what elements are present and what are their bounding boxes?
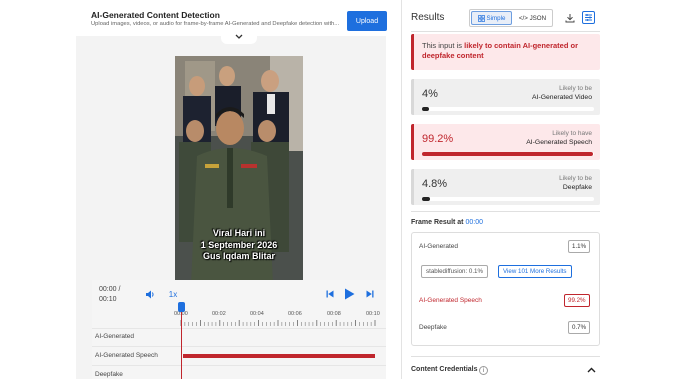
track-label-deepfake: Deepfake [95, 371, 123, 378]
tab-simple[interactable]: Simple [471, 11, 512, 25]
download-icon [565, 13, 574, 22]
tick-label: 00:08 [327, 311, 341, 317]
result-card-deepfake: 4.8% Likely to be Deepfake [411, 169, 600, 205]
track-divider [92, 365, 386, 366]
section-divider [411, 211, 600, 212]
playhead-handle[interactable] [178, 302, 185, 312]
speed-button[interactable]: 1x [166, 288, 180, 300]
view-toggle: Simple </> JSON [469, 9, 553, 27]
info-icon[interactable]: i [479, 366, 488, 375]
frame-result-time[interactable]: 00:00 [465, 219, 483, 226]
grid-icon [477, 14, 485, 22]
frame-result-header: Frame Result at 00:00 [411, 219, 483, 226]
frame-ai-generated-label: AI-Generated [419, 243, 459, 250]
result-card-ai-speech: 99.2% Likely to have AI-Generated Speech [411, 124, 600, 160]
result-category: AI-Generated Speech [526, 139, 592, 146]
header-divider [411, 31, 600, 32]
time-current: 00:00 / [99, 286, 121, 293]
download-button[interactable] [563, 11, 576, 24]
caption-line-3: Gus Iqdam Blitar [202, 251, 275, 261]
volume-button[interactable] [144, 288, 156, 300]
verdict-prefix: This input is [422, 41, 465, 50]
tab-simple-label: Simple [486, 14, 506, 22]
skip-back-button[interactable] [324, 288, 335, 300]
result-bar [422, 107, 594, 111]
frame-speech-value: 99.2% [564, 294, 590, 307]
tab-json[interactable]: </> JSON [513, 10, 552, 26]
result-bar-fill [422, 197, 431, 201]
skip-forward-button[interactable] [364, 288, 375, 300]
result-bar [422, 197, 594, 201]
result-percent: 4.8% [422, 178, 448, 190]
video-caption: Viral Hari ini 1 September 2026 Gus Iqda… [175, 228, 303, 263]
frame-deepfake-value: 0.7% [568, 321, 591, 334]
caption-line-2: 1 September 2026 [200, 239, 278, 250]
result-qualifier: Likely to have [552, 130, 592, 137]
skip-back-icon [326, 290, 333, 298]
track-divider [92, 328, 386, 329]
verdict-alert: This input is likely to contain AI-gener… [411, 34, 600, 70]
frame-ai-generated-value: 1.1% [568, 240, 591, 253]
track-divider [92, 346, 386, 347]
collapse-toggle[interactable] [221, 30, 257, 44]
result-bar-fill [422, 107, 429, 111]
report-button[interactable] [582, 11, 595, 24]
frame-deepfake-label: Deepfake [419, 324, 447, 331]
result-bar [422, 152, 594, 156]
volume-icon [146, 290, 154, 298]
chevron-down-icon [235, 34, 243, 39]
results-title: Results [411, 12, 445, 23]
result-percent: 99.2% [422, 133, 454, 145]
upload-button[interactable]: Upload [347, 11, 387, 31]
tick-label: 00:04 [250, 311, 264, 317]
skip-forward-icon [366, 290, 373, 298]
view-more-results-button[interactable]: View 101 More Results [498, 265, 572, 278]
panel-title: AI-Generated Content Detection [91, 10, 220, 20]
report-icon [585, 14, 592, 21]
track-label-ai-speech: AI-Generated Speech [95, 352, 158, 359]
time-total: 00:10 [99, 296, 117, 303]
section-divider [411, 356, 600, 357]
playhead-line [181, 304, 182, 379]
frame-speech-label: AI-Generated Speech [419, 297, 482, 304]
panel-subtitle: Upload images, videos, or audio for fram… [91, 21, 340, 27]
play-icon [344, 288, 354, 299]
tick-label: 00:06 [288, 311, 302, 317]
result-bar-fill [422, 152, 593, 156]
caption-line-1: Viral Hari ini [212, 228, 266, 238]
tick-label: 00:10 [366, 311, 380, 317]
track-label-ai-generated: AI-Generated [95, 333, 135, 340]
speech-detection-bar[interactable] [183, 354, 375, 358]
timeline-ruler[interactable] [180, 310, 376, 328]
video-preview[interactable]: Viral Hari ini 1 September 2026 Gus Iqda… [175, 56, 303, 284]
result-qualifier: Likely to be [559, 85, 592, 92]
result-category: Deepfake [562, 184, 592, 191]
time-display: 00:00 / 00:10 [99, 285, 120, 305]
content-credentials-header[interactable]: Content Credentials [411, 366, 478, 373]
chevron-up-icon[interactable] [587, 367, 596, 373]
result-qualifier: Likely to be [559, 175, 592, 182]
result-percent: 4% [422, 88, 438, 100]
frame-result-label: Frame Result at [411, 219, 464, 226]
result-card-ai-video: 4% Likely to be AI-Generated Video [411, 79, 600, 115]
play-button[interactable] [342, 286, 356, 301]
model-chip: stablediffusion: 0.1% [421, 265, 488, 278]
result-category: AI-Generated Video [532, 94, 592, 101]
tick-label: 00:02 [212, 311, 226, 317]
